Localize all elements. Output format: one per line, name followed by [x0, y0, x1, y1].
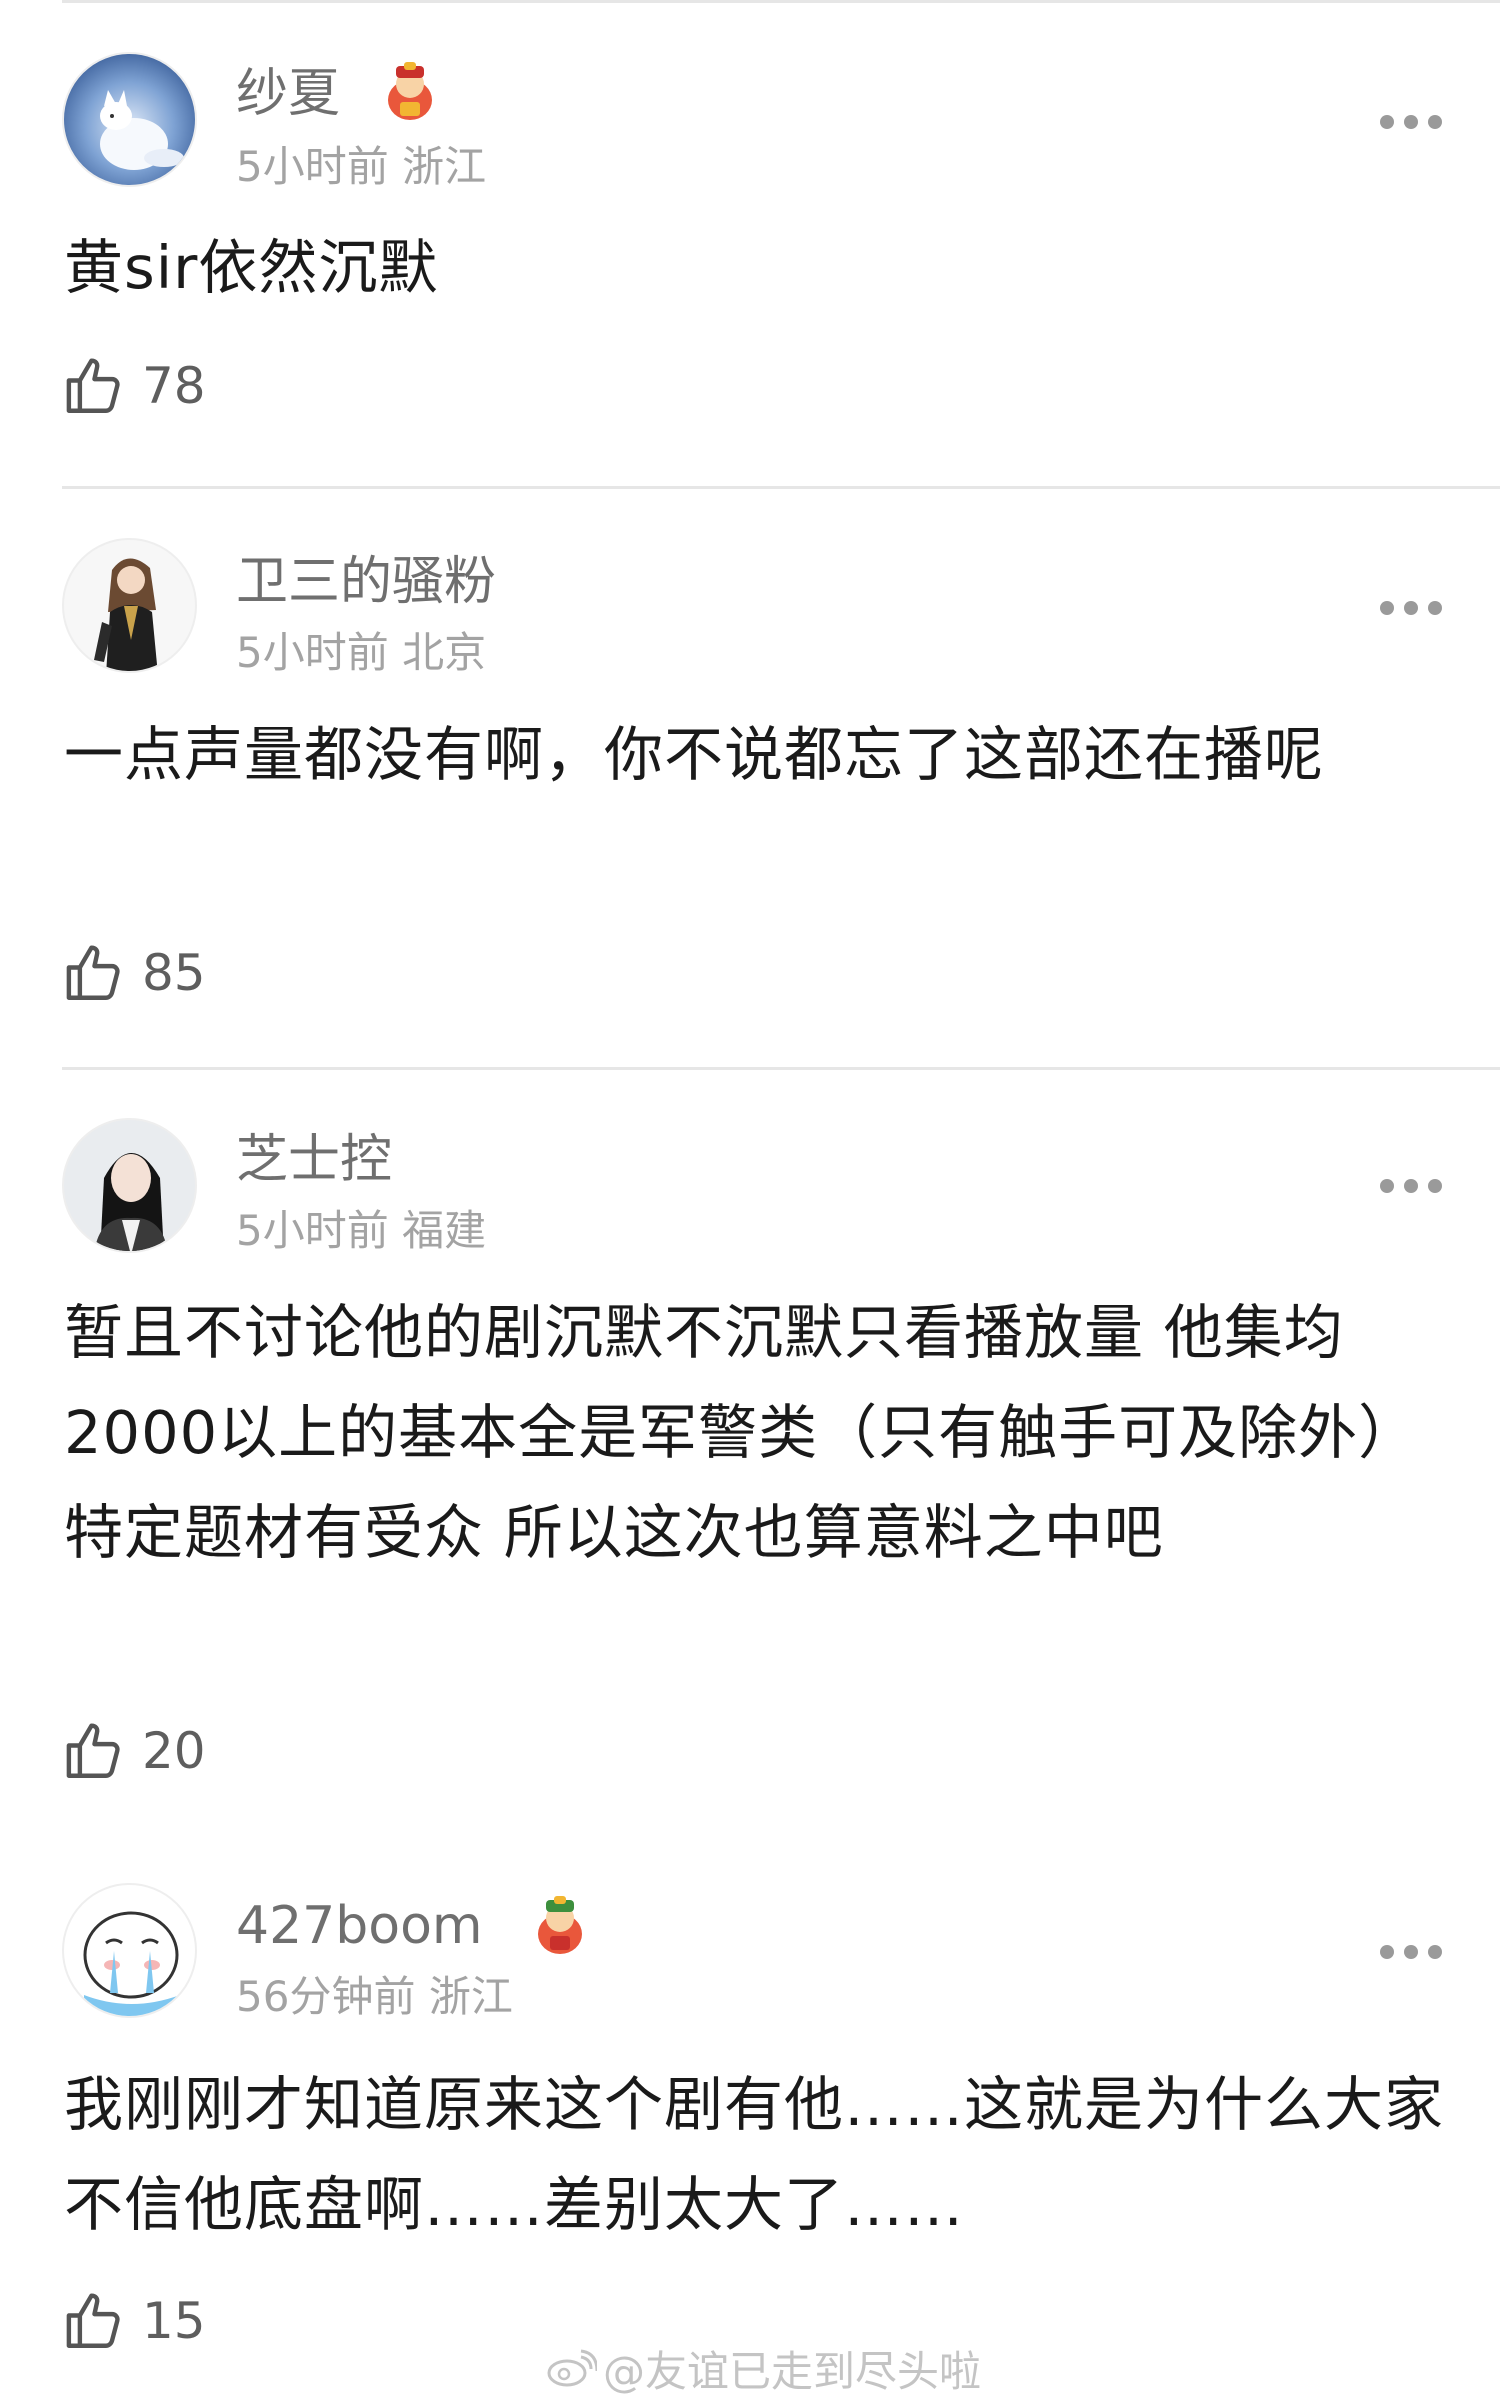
comment-list: 纱夏 5小时前 浙江 黄sir依然沉默 78 卫三的骚粉 5小时前 北京 一点声… — [0, 0, 1500, 2400]
comment-meta: 5小时前 浙江 — [236, 146, 486, 188]
avatar[interactable] — [62, 1883, 197, 2018]
like-button[interactable]: 15 — [62, 2288, 206, 2354]
like-count: 78 — [142, 357, 206, 415]
comment-time: 5小时前 — [236, 628, 389, 677]
thumbs-up-icon — [66, 2293, 120, 2348]
weibo-logo-icon — [547, 2349, 597, 2386]
comment-location: 北京 — [402, 628, 487, 677]
comment-meta: 5小时前 北京 — [236, 632, 486, 674]
avatar[interactable] — [62, 1118, 197, 1253]
more-dots-icon[interactable] — [1380, 598, 1442, 618]
thumbs-up-icon — [66, 945, 120, 1000]
comment-time: 56分钟前 — [236, 1972, 416, 2021]
comment-time: 5小时前 — [236, 1206, 389, 1255]
comment-text: 一点声量都没有啊，你不说都忘了这部还在播呢 — [64, 720, 1325, 789]
thumbs-up-icon — [66, 1723, 120, 1778]
avatar[interactable] — [62, 52, 197, 187]
comment-text: 黄sir依然沉默 — [64, 233, 439, 302]
like-count: 15 — [142, 2292, 206, 2350]
watermark: @友谊已走到尽头啦 — [545, 2338, 981, 2399]
comment-location: 福建 — [402, 1206, 487, 1255]
like-button[interactable]: 85 — [62, 940, 206, 1006]
username[interactable]: 纱夏 — [236, 68, 340, 120]
fortune-god-badge-icon — [380, 60, 440, 124]
fortune-god-badge-icon — [530, 1894, 590, 1958]
thumbs-up-icon — [66, 358, 120, 413]
username[interactable]: 427boom — [236, 1900, 483, 1952]
more-dots-icon[interactable] — [1380, 112, 1442, 132]
divider — [62, 1067, 1500, 1070]
username[interactable]: 芝士控 — [236, 1134, 392, 1186]
watermark-text: @友谊已走到尽头啦 — [603, 2347, 982, 2396]
more-dots-icon[interactable] — [1380, 1942, 1442, 1962]
like-count: 85 — [142, 944, 206, 1002]
more-dots-icon[interactable] — [1380, 1176, 1442, 1196]
like-button[interactable]: 78 — [62, 353, 206, 419]
comment-text: 我刚刚才知道原来这个剧有他……这就是为什么大家不信他底盘啊……差别太大了…… — [64, 2070, 1445, 2239]
comment-text: 暂且不讨论他的剧沉默不沉默只看播放量 他集均2000以上的基本全是军警类（只有触… — [64, 1298, 1419, 1567]
like-button[interactable]: 20 — [62, 1718, 206, 1784]
divider — [62, 0, 1500, 3]
avatar[interactable] — [62, 538, 197, 673]
comment-location: 浙江 — [428, 1972, 513, 2021]
comment-meta: 5小时前 福建 — [236, 1210, 486, 1252]
username[interactable]: 卫三的骚粉 — [236, 556, 496, 608]
comment-time: 5小时前 — [236, 142, 389, 191]
like-count: 20 — [142, 1722, 206, 1780]
divider — [62, 486, 1500, 489]
comment-location: 浙江 — [402, 142, 487, 191]
comment-meta: 56分钟前 浙江 — [236, 1976, 513, 2018]
